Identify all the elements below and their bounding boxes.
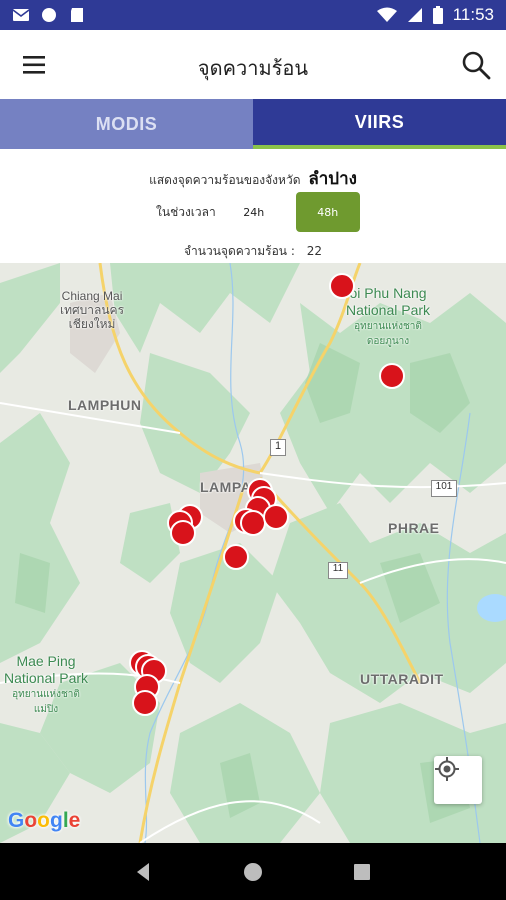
period-24h-button[interactable]: 24h — [234, 206, 274, 219]
chiang-mai-th1: เทศบาลนคร — [60, 303, 125, 317]
map-label-uttaradit: UTTARADIT — [360, 671, 444, 687]
mae-ping-line2: National Park — [4, 670, 89, 686]
app-title: จุดความร้อน — [197, 56, 309, 80]
hotspot-marker[interactable] — [263, 504, 289, 530]
chiang-mai-en: Chiang Mai — [61, 289, 123, 303]
sd-card-icon — [71, 8, 83, 22]
recents-icon[interactable] — [350, 860, 374, 884]
map-label-doi-phu-nang: oi Phu Nang National Park อุทยานแห่งชาติ… — [346, 285, 430, 349]
hotspot-info-panel: แสดงจุดความร้อนของจังหวัด ลำปาง ในช่วงเว… — [0, 149, 506, 263]
province-prefix: แสดงจุดความร้อนของจังหวัด — [149, 173, 301, 187]
route-shield-1: 1 — [270, 439, 286, 456]
period-label: ในช่วงเวลา — [156, 204, 216, 219]
doi-phu-nang-th1: อุทยานแห่งชาติ — [354, 321, 422, 332]
period-48h-button[interactable]: 48h — [295, 192, 360, 232]
hotspot-marker[interactable] — [223, 544, 249, 570]
circle-icon — [42, 8, 56, 22]
my-location-icon — [435, 757, 459, 781]
hotspot-marker[interactable] — [329, 273, 355, 299]
status-bar: 11:53 — [0, 0, 506, 30]
wifi-icon — [376, 7, 397, 22]
google-logo: Google — [8, 809, 81, 832]
map-label-phrae: PHRAE — [388, 520, 440, 536]
home-icon[interactable] — [241, 860, 265, 884]
count-label: จำนวนจุดความร้อน : — [184, 244, 295, 258]
mae-ping-th2: แม่ปิง — [33, 704, 59, 715]
hotspot-marker[interactable] — [240, 510, 266, 536]
period-selector: ในช่วงเวลา 24h 48h — [156, 192, 360, 232]
route-shield-11: 11 — [328, 562, 348, 579]
back-icon[interactable] — [132, 860, 156, 884]
source-tabs: MODIS VIIRS — [0, 99, 506, 149]
hotspot-marker[interactable] — [170, 520, 196, 546]
doi-phu-nang-line1: oi Phu Nang — [349, 285, 427, 301]
tab-modis[interactable]: MODIS — [0, 99, 253, 149]
hotspot-marker[interactable] — [132, 690, 158, 716]
hotspot-count-line: จำนวนจุดความร้อน : 22 — [0, 242, 506, 261]
doi-phu-nang-line2: National Park — [346, 302, 431, 318]
chiang-mai-th2: เชียงใหม่ — [68, 317, 116, 331]
route-shield-101: 101 — [431, 480, 457, 497]
map-label-lampang: LAMPA — [200, 479, 252, 495]
tab-viirs[interactable]: VIIRS — [253, 99, 506, 149]
battery-icon — [432, 6, 443, 24]
map-label-chiang-mai: Chiang Mai เทศบาลนคร เชียงใหม่ — [60, 289, 124, 331]
search-icon[interactable] — [460, 49, 492, 81]
mail-icon — [12, 9, 30, 21]
map-label-lamphun: LAMPHUN — [68, 397, 142, 413]
my-location-button[interactable] — [434, 756, 482, 804]
mae-ping-th1: อุทยานแห่งชาติ — [12, 689, 80, 700]
map-view[interactable]: Chiang Mai เทศบาลนคร เชียงใหม่ LAMPHUN L… — [0, 263, 506, 843]
app-bar: จุดความร้อน — [0, 30, 506, 99]
map-label-mae-ping: Mae Ping National Park อุทยานแห่งชาติ แม… — [4, 653, 88, 717]
system-nav-bar — [0, 843, 506, 900]
signal-icon — [407, 8, 422, 22]
map-terrain — [0, 263, 506, 843]
province-line: แสดงจุดความร้อนของจังหวัด ลำปาง — [0, 165, 506, 192]
hotspot-marker[interactable] — [379, 363, 405, 389]
status-time: 11:53 — [452, 5, 494, 24]
province-name: ลำปาง — [308, 169, 357, 189]
count-value: 22 — [306, 244, 322, 258]
mae-ping-line1: Mae Ping — [16, 653, 76, 669]
doi-phu-nang-th2: ดอยภูนาง — [366, 336, 410, 347]
